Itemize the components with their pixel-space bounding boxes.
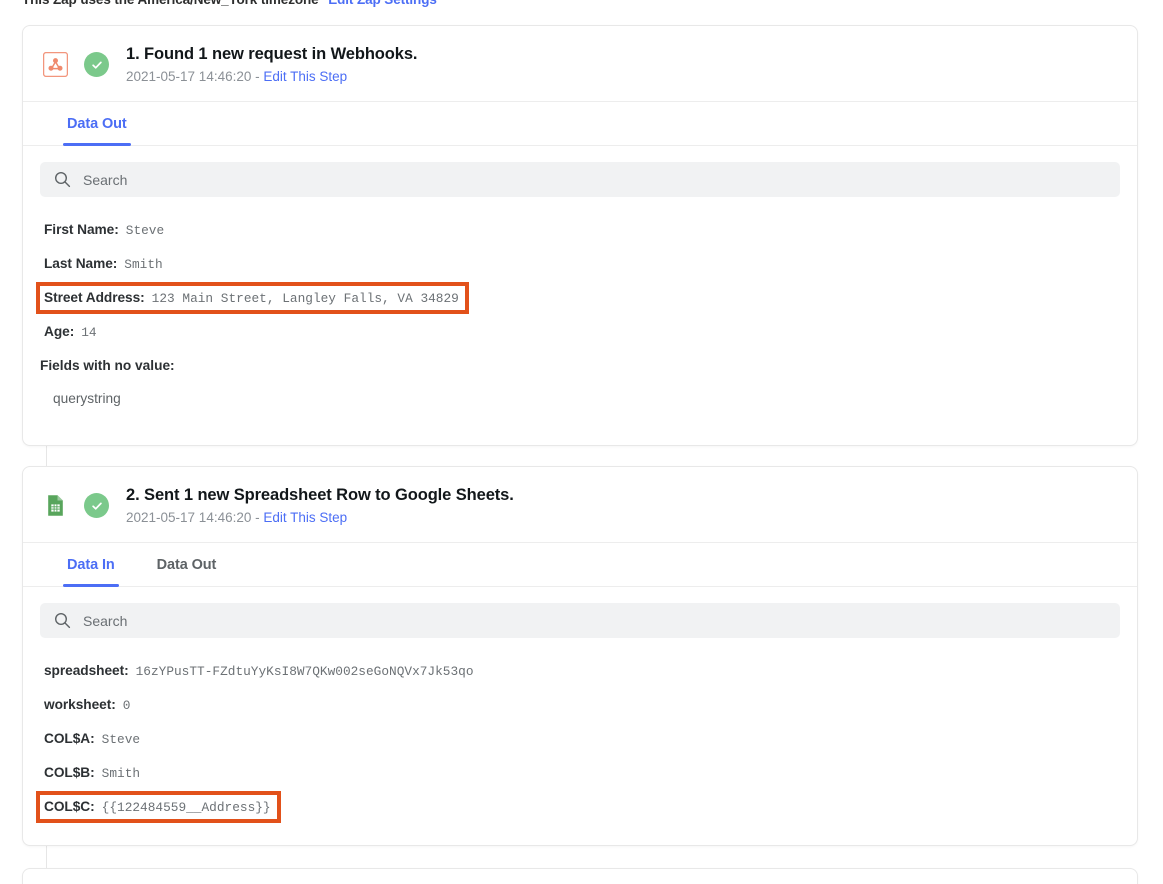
step-card-2: 2. Sent 1 new Spreadsheet Row to Google … [22,466,1138,846]
edit-this-step-link[interactable]: Edit This Step [263,69,347,84]
edit-this-step-link[interactable]: Edit This Step [263,510,347,525]
field-key: Age: [44,324,75,340]
field-row: First Name: Steve [23,213,1137,247]
field-row-highlighted-col-c: COL$C: {{122484559__Address}} [23,790,1137,824]
field-value: Smith [124,257,163,273]
step-header-1: 1. Found 1 new request in Webhooks. 2021… [23,26,1137,103]
field-value: 0 [122,698,131,714]
step-title: 1. Found 1 new request in Webhooks. [126,45,418,63]
step-header-2: 2. Sent 1 new Spreadsheet Row to Google … [23,467,1137,544]
zap-timezone-text: This Zap uses the America/New_York timez… [22,0,319,7]
step-header-text-2: 2. Sent 1 new Spreadsheet Row to Google … [126,485,514,526]
field-value: 14 [81,325,97,341]
step-card-3-partial [22,868,1138,884]
search-section-1 [23,146,1137,198]
google-sheets-icon [43,493,68,518]
empty-fields-label: Fields with no value: [40,358,175,374]
data-in-fields-2: spreadsheet: 16zYPusTT-FZdtuYyKsI8W7QKw0… [23,638,1137,846]
webhooks-icon [43,52,68,78]
step-timestamp: 2021-05-17 14:46:20 [126,509,252,525]
step-subtitle: 2021-05-17 14:46:20 - Edit This Step [126,509,514,527]
field-value: Steve [101,732,141,748]
edit-zap-settings-link[interactable]: Edit Zap Settings [328,0,437,7]
search-input[interactable] [83,612,1106,629]
search-icon [54,613,71,629]
zap-timezone-notice: This Zap uses the America/New_York timez… [22,0,437,7]
field-value: {{122484559__Address}} [101,800,271,816]
tab-data-out[interactable]: Data Out [63,102,131,147]
tab-data-in[interactable]: Data In [63,543,119,588]
field-key: Street Address: [44,290,145,306]
step-tabs-1: Data Out [23,102,1137,147]
step-subtitle: 2021-05-17 14:46:20 - Edit This Step [126,68,417,86]
field-value: Steve [125,223,165,239]
field-key: Last Name: [44,256,118,272]
field-value: Smith [101,766,141,782]
field-key: worksheet: [44,697,116,713]
step-connector-line [46,446,47,466]
step-header-text-1: 1. Found 1 new request in Webhooks. 2021… [126,44,418,86]
zap-run-details-page: This Zap uses the America/New_York timez… [0,0,1163,884]
search-box[interactable] [40,162,1120,198]
field-row: COL$A: Steve [23,722,1137,756]
tab-data-out[interactable]: Data Out [153,543,221,586]
step-timestamp: 2021-05-17 14:46:20 [126,68,252,84]
field-key: COL$B: [44,765,95,781]
field-key: spreadsheet: [44,663,129,679]
field-key: COL$A: [44,731,95,747]
search-icon [54,172,71,188]
field-row: worksheet: 0 [23,688,1137,722]
field-value: 123 Main Street, Langley Falls, VA 34829 [151,291,459,307]
step-sub-separator: - [255,509,260,525]
field-value: 16zYPusTT-FZdtuYyKsI8W7QKw002seGoNQVx7Jk… [135,664,474,680]
step-sub-separator: - [255,68,260,84]
check-circle-icon [84,52,109,78]
field-row: Age: 14 [23,315,1137,349]
step-title: 2. Sent 1 new Spreadsheet Row to Google … [126,486,514,504]
step-tabs-2: Data In Data Out [23,543,1137,588]
step-card-1: 1. Found 1 new request in Webhooks. 2021… [22,25,1138,446]
field-row: Last Name: Smith [23,247,1137,281]
field-row-highlighted-street-address: Street Address: 123 Main Street, Langley… [23,281,1137,315]
empty-field-item: querystring [53,391,121,407]
search-box[interactable] [40,603,1120,639]
field-key: First Name: [44,222,119,238]
step-connector-line [46,846,47,868]
search-input[interactable] [83,171,1106,188]
field-row: COL$B: Smith [23,756,1137,790]
field-key: COL$C: [44,799,95,815]
search-section-2 [23,587,1137,639]
field-row: spreadsheet: 16zYPusTT-FZdtuYyKsI8W7QKw0… [23,654,1137,688]
check-circle-icon [84,493,109,519]
data-out-fields-1: First Name: Steve Last Name: Smith Stree… [23,197,1137,437]
